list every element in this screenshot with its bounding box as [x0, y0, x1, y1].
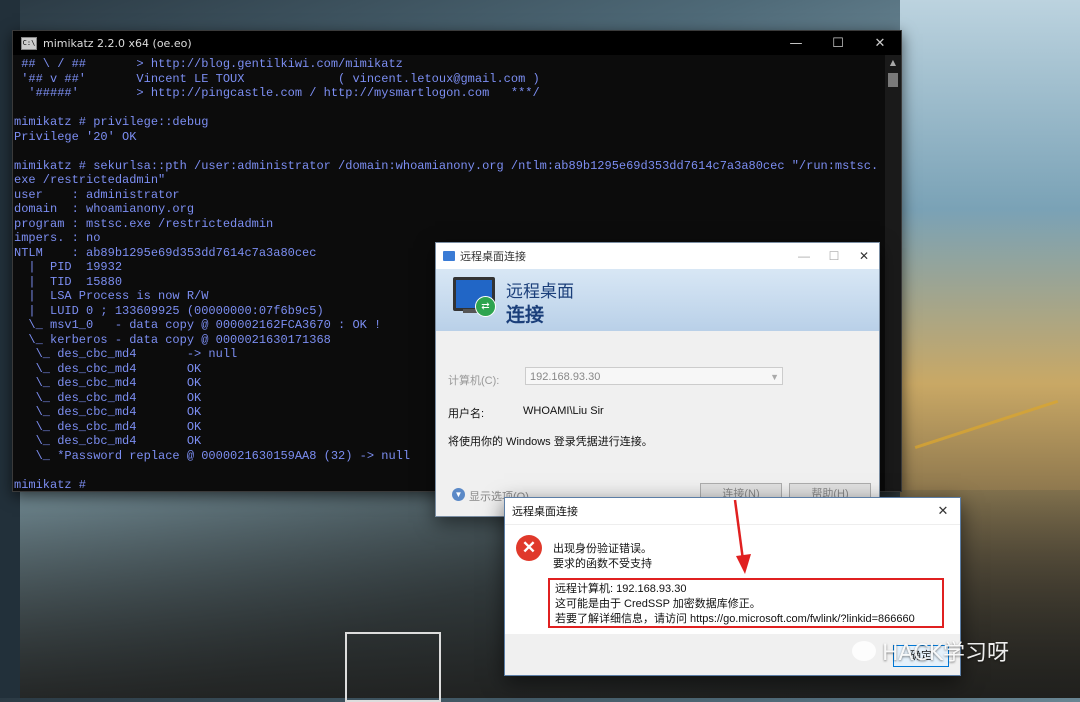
annotation-arrow-head	[736, 554, 751, 574]
annotation-arrow	[733, 499, 751, 574]
wechat-logo-icon	[852, 641, 876, 661]
watermark: HACK学习呀	[852, 635, 1009, 667]
watermark-text: HACK学习呀	[882, 641, 1009, 666]
annotation-arrow-shaft	[733, 499, 745, 561]
